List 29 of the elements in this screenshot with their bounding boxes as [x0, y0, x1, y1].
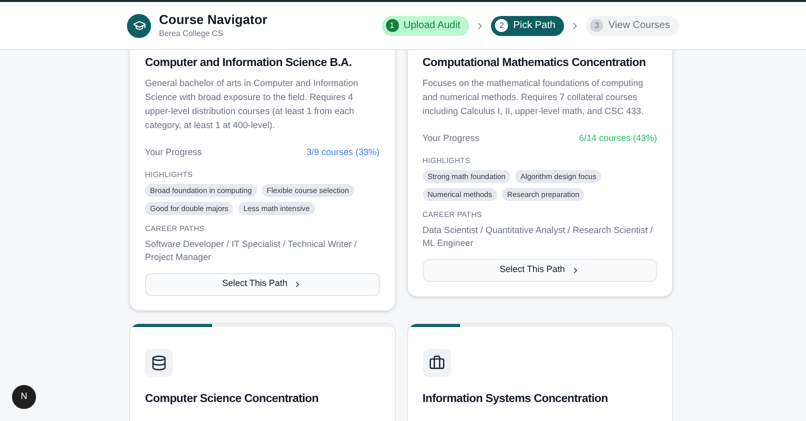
- card-title: Computational Mathematics Concentration: [422, 56, 647, 71]
- select-path-button[interactable]: Select This Path: [422, 258, 657, 282]
- step-pill[interactable]: 1 Upload Audit: [382, 16, 470, 36]
- card-title: Computer Science Concentration: [145, 392, 320, 406]
- step-number: 2: [495, 19, 508, 32]
- step-number: 1: [386, 19, 399, 32]
- select-path-button[interactable]: Select This Path: [145, 272, 380, 296]
- step-label: Upload Audit: [404, 19, 460, 33]
- career-paths: Data Scientist / Quantitative Analyst / Research Scientist / ML Engineer: [422, 224, 654, 250]
- briefcase-icon: [428, 354, 444, 370]
- step-pill[interactable]: 3 View Courses: [586, 16, 679, 36]
- app-title: Course Navigator: [159, 12, 268, 28]
- database-icon: [151, 354, 167, 370]
- step-pill[interactable]: 2 Pick Path: [491, 16, 564, 36]
- app-subtitle: Berea College CS: [159, 28, 224, 40]
- progress-count: 6/14 courses (43%): [578, 132, 657, 145]
- career-paths: Software Developer / IT Specialist / Technical Writer / Project Manager: [145, 238, 358, 264]
- dev-badge[interactable]: N: [12, 385, 36, 409]
- card-title: Computer and Information Science B.A.: [145, 56, 353, 71]
- progress-label: Your Progress: [145, 146, 202, 159]
- step-label: Pick Path: [513, 19, 556, 33]
- card-description: Focuses on the mathematical foundations of computing and numerical methods. Requires 7 collateral courses including Calculus I, II, upper-level math, and CSC 433.: [422, 77, 645, 118]
- progress-count: 3/9 courses (33%): [306, 146, 380, 159]
- progress-label: Your Progress: [422, 132, 480, 145]
- graduation-cap-icon: [127, 14, 151, 38]
- step-label: View Courses: [608, 19, 670, 33]
- step-number: 3: [590, 19, 604, 32]
- card-description: General bachelor of arts in Computer and Information Science with broad exposure to the field. Requires 4 upper-level distribution courses (at least 1 from each category, at least 1 at 400-level).: [145, 77, 360, 132]
- card-title: Information Systems Concentration: [422, 392, 609, 406]
